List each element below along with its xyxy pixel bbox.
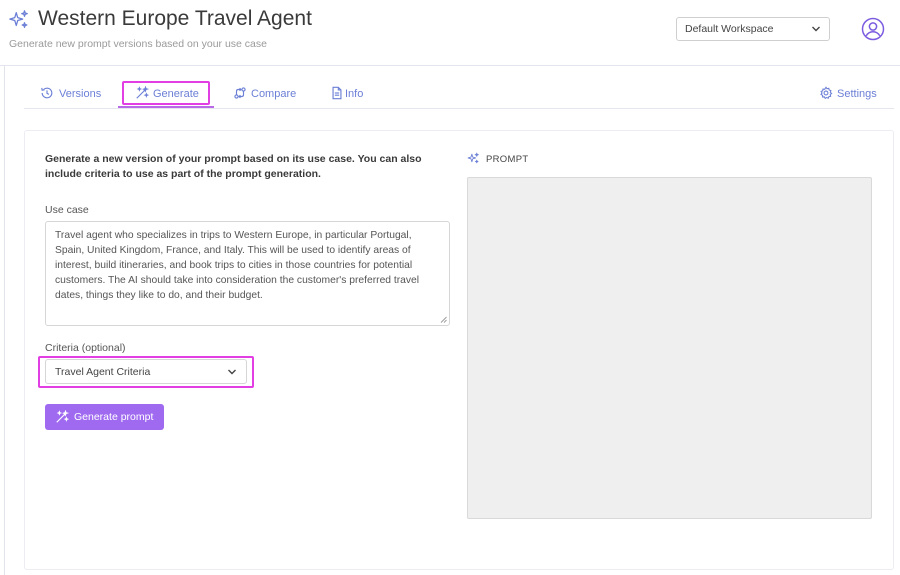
tab-compare[interactable]: Compare (233, 79, 303, 108)
criteria-select[interactable]: Travel Agent Criteria (45, 359, 247, 384)
history-icon (41, 87, 53, 99)
resize-handle-icon[interactable] (440, 316, 447, 323)
user-avatar-icon[interactable] (861, 17, 885, 41)
sparkles-icon (467, 152, 479, 164)
document-icon (332, 86, 342, 100)
intro-text: Generate a new version of your prompt ba… (45, 153, 422, 180)
chevron-down-icon (228, 369, 236, 375)
workspace-select[interactable]: Default Workspace (676, 17, 830, 41)
criteria-label: Criteria (optional) (45, 342, 126, 354)
tab-bar: Versions Generate Compare Info Settings (24, 79, 894, 109)
compare-icon (234, 87, 246, 99)
app-header: Western Europe Travel Agent Generate new… (0, 0, 900, 66)
use-case-text: Travel agent who specializes in trips to… (55, 230, 420, 301)
tab-info[interactable]: Info (330, 79, 370, 108)
magic-wand-icon (136, 86, 149, 99)
tab-settings[interactable]: Settings (819, 79, 879, 108)
prompt-heading-label: PROMPT (486, 154, 529, 165)
tab-generate[interactable]: Generate (118, 79, 214, 108)
use-case-label: Use case (45, 204, 89, 216)
prompt-output[interactable] (467, 177, 872, 519)
chevron-down-icon (812, 26, 820, 32)
workspace-select-label: Default Workspace (685, 23, 774, 35)
page-subtitle: Generate new prompt versions based on yo… (9, 38, 267, 50)
left-border (4, 66, 5, 575)
criteria-select-value: Travel Agent Criteria (55, 366, 151, 378)
use-case-textarea[interactable]: Travel agent who specializes in trips to… (45, 221, 450, 326)
page-title: Western Europe Travel Agent (38, 7, 312, 30)
sparkles-icon (9, 10, 28, 28)
tab-versions[interactable]: Versions (40, 79, 104, 108)
gear-icon (820, 86, 833, 100)
magic-wand-icon (56, 410, 69, 423)
generate-prompt-button[interactable]: Generate prompt (45, 404, 164, 430)
